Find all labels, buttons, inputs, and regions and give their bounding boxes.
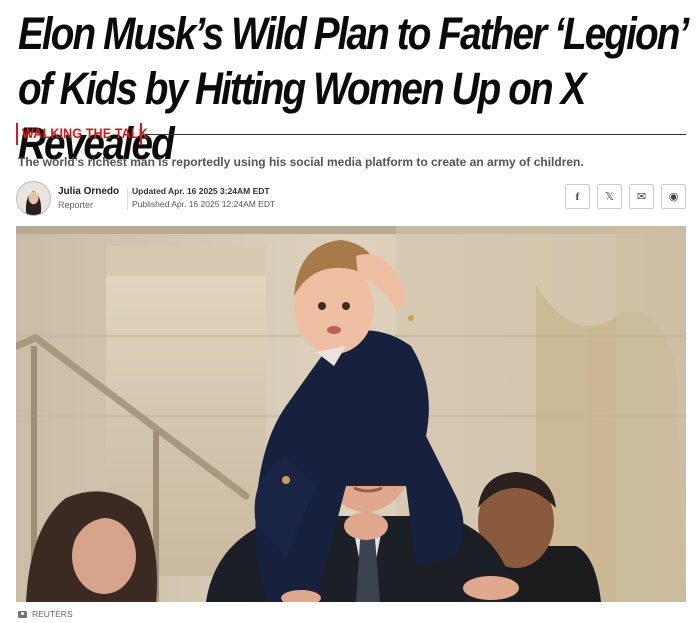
dek: The world’s richest man is reportedly us… [18,155,584,169]
author-name[interactable]: Julia Ornedo [58,186,119,197]
email-icon: ✉ [636,191,647,203]
kicker: WALKING THE TALK [16,122,686,146]
share-reddit-button[interactable]: ◉ [661,184,686,209]
author-avatar-image [17,182,50,215]
byline: Julia Ornedo Reporter Updated Apr. 16 20… [16,180,686,216]
facebook-icon: f [575,190,580,203]
headline: Elon Musk’s Wild Plan to Father ‘Legion’… [18,8,688,169]
kicker-rule [145,134,686,135]
x-icon: 𝕏 [605,191,614,203]
hero-photo-image [16,226,686,602]
photo-caption: REUTERS [18,609,73,619]
kicker-label[interactable]: WALKING THE TALK [22,125,148,141]
updated-timestamp: Updated Apr. 16 2025 3:24AM EDT [132,186,270,196]
share-email-button[interactable]: ✉ [629,184,654,209]
share-facebook-button[interactable]: f [565,184,590,209]
share-x-button[interactable]: 𝕏 [597,184,622,209]
author-role: Reporter [58,200,94,210]
hero-photo[interactable] [16,226,686,602]
reddit-icon: ◉ [668,191,679,203]
kicker-left-bar [16,123,18,145]
byline-divider [127,188,128,210]
kicker-right-bar [140,123,142,145]
author-avatar[interactable] [16,181,51,216]
published-timestamp: Published Apr. 16 2025 12:24AM EDT [132,199,276,209]
camera-icon [18,610,27,618]
photo-credit: REUTERS [32,609,73,619]
